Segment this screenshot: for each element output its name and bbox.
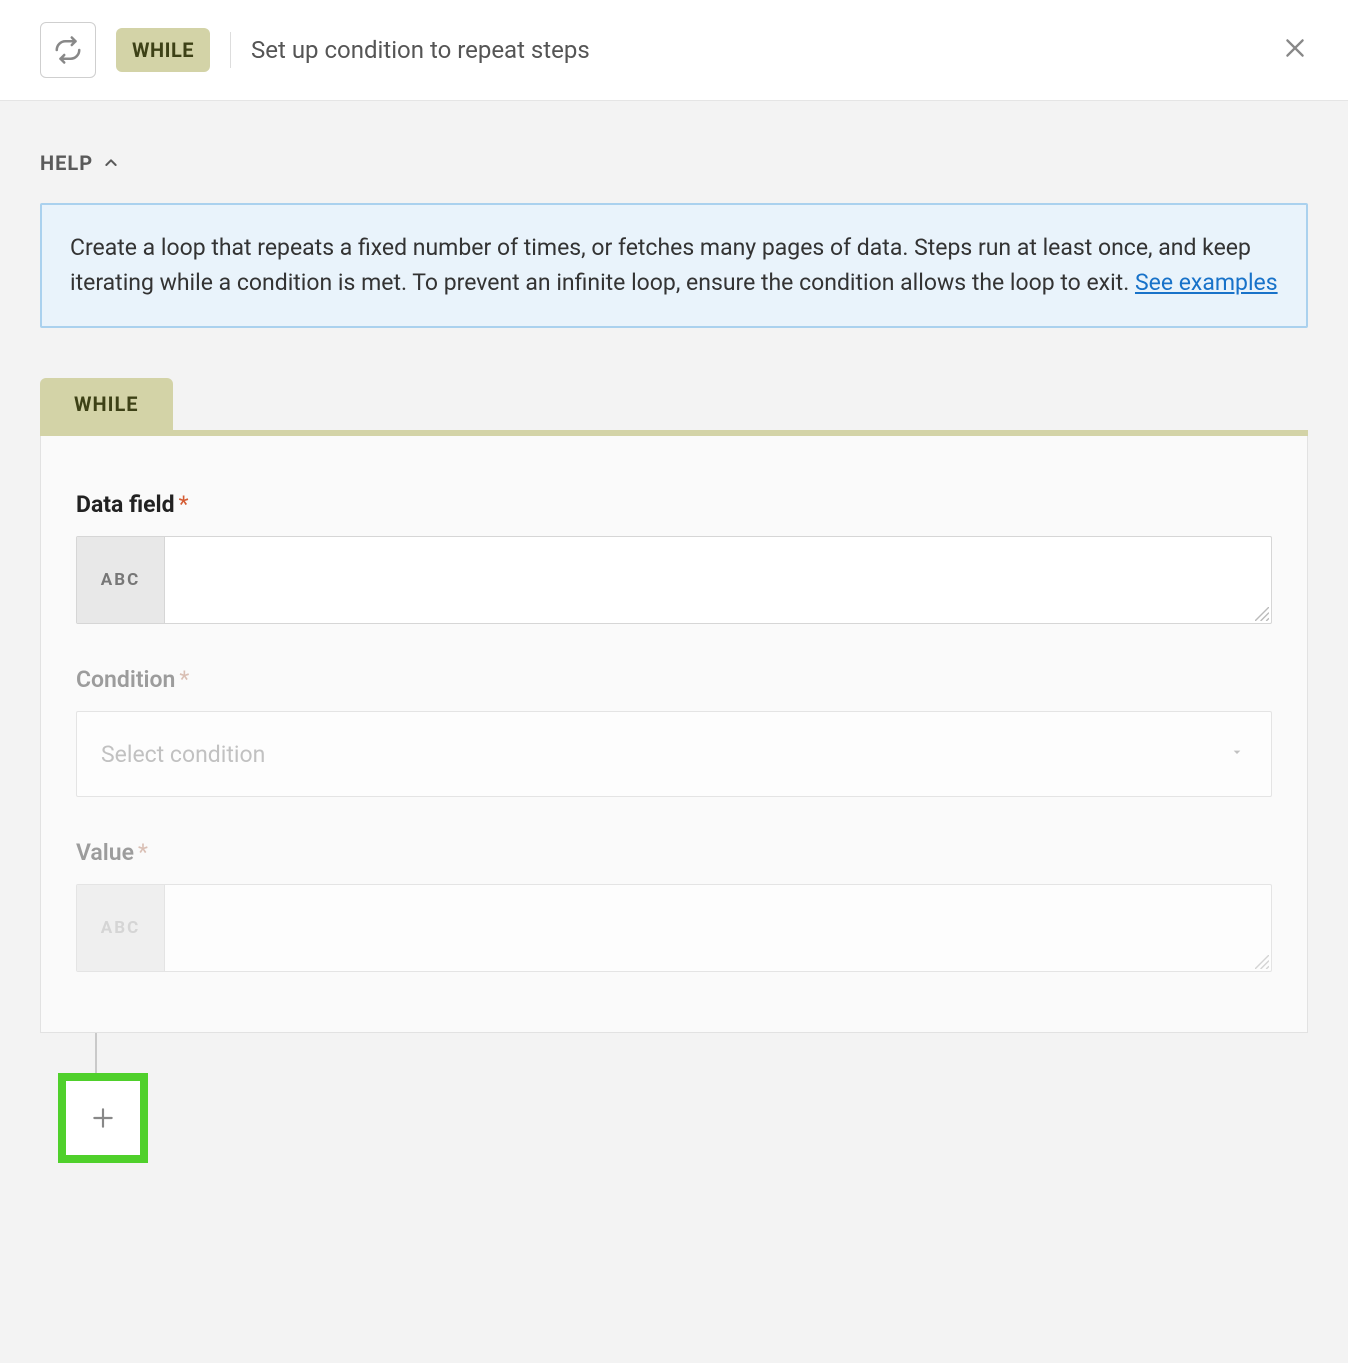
value-input-row: ABC (76, 884, 1272, 972)
see-examples-link[interactable]: See examples (1135, 269, 1278, 296)
condition-label: Condition* (76, 666, 1272, 693)
value-label: Value* (76, 839, 1272, 866)
help-toggle-label: HELP (40, 151, 93, 175)
condition-select[interactable]: Select condition (76, 711, 1272, 797)
data-field-input[interactable] (165, 537, 1271, 623)
help-body-text: Create a loop that repeats a fixed numbe… (70, 234, 1251, 296)
page-title: Set up condition to repeat steps (251, 36, 590, 64)
data-field-input-row: ABC (76, 536, 1272, 624)
value-input[interactable] (165, 885, 1271, 971)
value-label-text: Value (76, 839, 134, 866)
step-connector (95, 1033, 97, 1073)
data-field-group: Data field* ABC (76, 491, 1272, 624)
required-asterisk: * (179, 666, 189, 693)
data-field-label: Data field* (76, 491, 1272, 518)
while-badge: WHILE (116, 28, 210, 72)
required-asterisk: * (138, 839, 148, 866)
help-toggle[interactable]: HELP (40, 151, 119, 175)
close-button[interactable] (1282, 35, 1308, 65)
plus-icon (90, 1105, 116, 1131)
value-group: Value* ABC (76, 839, 1272, 972)
condition-placeholder: Select condition (101, 741, 265, 768)
loop-icon (40, 22, 96, 78)
required-asterisk: * (179, 491, 189, 518)
header-divider (230, 32, 231, 68)
condition-label-text: Condition (76, 666, 175, 693)
while-tab[interactable]: WHILE (40, 378, 173, 430)
condition-group: Condition* Select condition (76, 666, 1272, 797)
chevron-up-icon (103, 155, 119, 171)
data-field-label-text: Data field (76, 491, 175, 518)
chevron-down-icon (1229, 744, 1245, 764)
while-section: WHILE Data field* ABC Conditio (40, 378, 1308, 1033)
help-panel: Create a loop that repeats a fixed numbe… (40, 203, 1308, 328)
modal-header: WHILE Set up condition to repeat steps (0, 0, 1348, 100)
config-canvas: HELP Create a loop that repeats a fixed … (0, 100, 1348, 1363)
add-step-button[interactable] (58, 1073, 148, 1163)
while-form-card: Data field* ABC Condition* Select condit… (40, 436, 1308, 1033)
data-field-type-chip: ABC (77, 537, 165, 623)
value-type-chip: ABC (77, 885, 165, 971)
